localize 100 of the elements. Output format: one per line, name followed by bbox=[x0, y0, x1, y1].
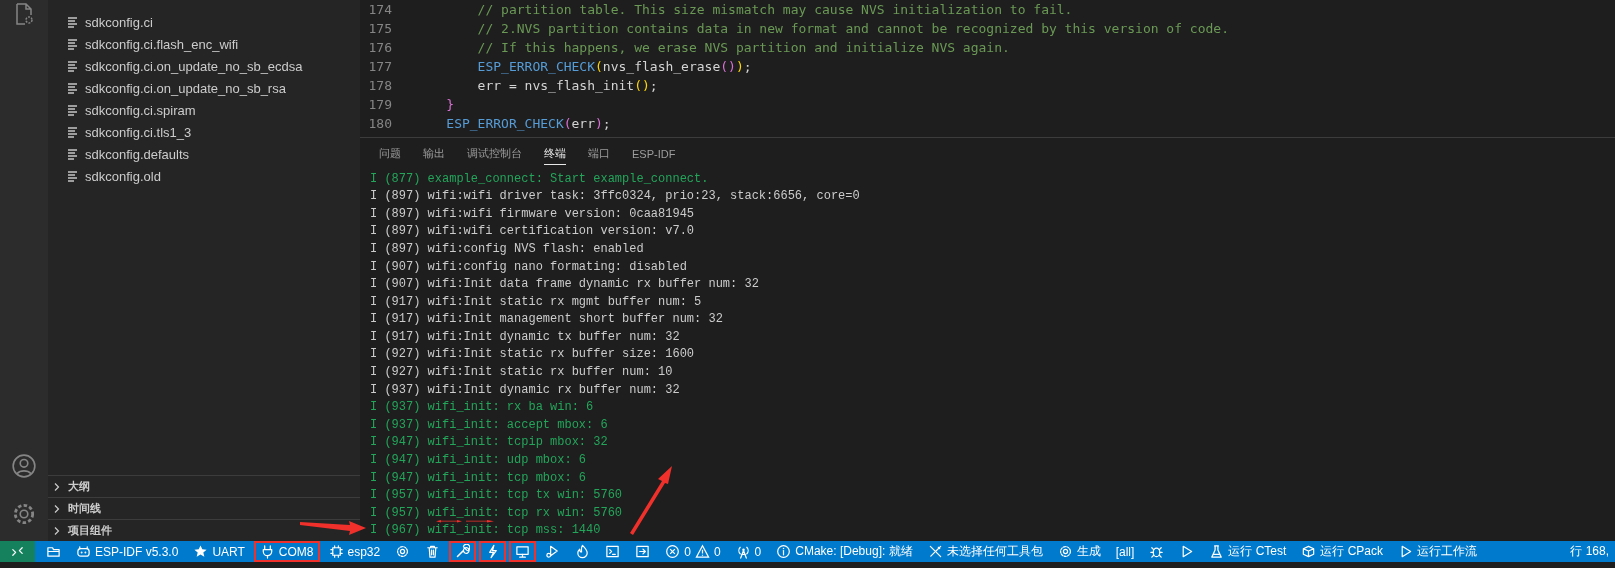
file-name: sdkconfig.ci.flash_enc_wifi bbox=[85, 36, 239, 52]
terminal-line: I (897) wifi:wifi driver task: 3ffc0324, prio:23, stack:6656, core=0 bbox=[370, 189, 860, 204]
trash-icon bbox=[425, 544, 441, 559]
remote-icon bbox=[10, 544, 25, 559]
chip-icon bbox=[328, 544, 344, 559]
lines-icon bbox=[67, 148, 79, 160]
cpack-button[interactable]: 运行 CPack bbox=[1295, 541, 1390, 562]
file-name: sdkconfig.ci.on_update_no_sb_rsa bbox=[85, 80, 286, 96]
code-line: // partition table. This size mismatch may cause NVS initialization to fail. bbox=[476, 2, 1073, 17]
terminal-line: I (897) wifi:wifi certification version: v7.0 bbox=[370, 224, 695, 239]
file-item[interactable]: sdkconfig.ci.tls1_3 bbox=[48, 121, 360, 143]
file-item[interactable]: sdkconfig.ci.on_update_no_sb_ecdsa bbox=[48, 55, 360, 77]
line-number: 178 bbox=[367, 78, 392, 93]
file-name: sdkconfig.ci.tls1_3 bbox=[85, 124, 192, 140]
wrench-icon bbox=[455, 544, 471, 559]
lines-icon bbox=[67, 60, 79, 72]
code-line: // If this happens, we erase NVS partition and initialize NVS again. bbox=[476, 40, 1010, 55]
terminal-line: I (947) wifi_init: tcpip mbox: 32 bbox=[370, 435, 608, 450]
terminal-line: I (937) wifi_init: rx ba win: 6 bbox=[370, 400, 594, 415]
status-remote[interactable] bbox=[0, 541, 35, 562]
idf-version-button[interactable]: ESP-IDF v5.3.0 bbox=[70, 541, 185, 562]
file-name: sdkconfig.ci bbox=[85, 14, 153, 30]
monitor-button[interactable] bbox=[509, 541, 537, 562]
section-header[interactable]: 大纲 bbox=[48, 475, 360, 497]
file-item[interactable]: sdkconfig.old bbox=[48, 165, 360, 187]
section-header[interactable]: 时间线 bbox=[48, 497, 360, 519]
terminal-line: I (907) wifi:config nano formating: disabled bbox=[370, 259, 687, 274]
ports-button[interactable]: 0 bbox=[729, 541, 768, 562]
workflow-button[interactable]: 运行工作流 bbox=[1392, 541, 1484, 562]
file-name: sdkconfig.old bbox=[85, 168, 161, 184]
section-title: 大纲 bbox=[68, 479, 90, 494]
terminal-line: I (947) wifi_init: udp mbox: 6 bbox=[370, 453, 587, 468]
lines-icon bbox=[67, 170, 79, 182]
file-item[interactable]: sdkconfig.defaults bbox=[48, 143, 360, 165]
line-number: 174 bbox=[367, 2, 392, 17]
warning-count: 0 bbox=[713, 544, 721, 559]
code-line: } bbox=[445, 97, 455, 112]
gear-icon bbox=[395, 544, 411, 559]
error-count: 0 bbox=[684, 544, 691, 559]
gear-icon bbox=[1057, 544, 1073, 559]
panel-tab[interactable]: 输出 bbox=[423, 142, 445, 166]
generate-button[interactable]: 生成 bbox=[1051, 541, 1107, 562]
code-line: ESP_ERROR_CHECK(nvs_flash_erase()); bbox=[476, 59, 752, 74]
monitor-icon bbox=[515, 544, 531, 559]
line-number: 180 bbox=[367, 116, 392, 131]
section-title: 时间线 bbox=[68, 501, 101, 516]
cursor-position-button[interactable]: 行 168, bbox=[1564, 541, 1615, 562]
line-number: 177 bbox=[367, 59, 392, 74]
bug-icon bbox=[1149, 544, 1165, 559]
terminal-line: I (927) wifi:Init static rx buffer size: 1600 bbox=[370, 347, 695, 362]
panel-tab[interactable]: 问题 bbox=[379, 142, 401, 166]
terminal-line: I (917) wifi:Init management short buffer num: 32 bbox=[370, 312, 723, 327]
file-item[interactable]: sdkconfig.ci bbox=[48, 11, 360, 33]
file-name: sdkconfig.ci.on_update_no_sb_ecdsa bbox=[85, 58, 303, 74]
build-button[interactable] bbox=[449, 541, 477, 562]
terminal-line: I (917) wifi:Init static rx mgmt buffer num: 5 bbox=[370, 294, 702, 309]
box-icon bbox=[1301, 544, 1317, 559]
section-title: 项目组件 bbox=[68, 523, 112, 538]
settings-icon[interactable] bbox=[11, 501, 37, 527]
file-item[interactable]: sdkconfig.ci.on_update_no_sb_rsa bbox=[48, 77, 360, 99]
arrow-box-icon bbox=[635, 544, 651, 559]
robot-icon bbox=[76, 544, 91, 559]
code-line: ESP_ERROR_CHECK(err); bbox=[445, 116, 611, 131]
file-item[interactable]: sdkconfig.ci.spiram bbox=[48, 99, 360, 121]
uart-button[interactable]: UART bbox=[187, 541, 251, 562]
terminal-line: I (967) wifi_init: tcp mss: 1440 bbox=[370, 523, 601, 538]
lines-icon bbox=[67, 82, 79, 94]
panel-tab[interactable]: 调试控制台 bbox=[467, 142, 522, 166]
lines-icon bbox=[67, 104, 79, 116]
terminal-line: I (897) wifi:config NVS flash: enabled bbox=[370, 241, 644, 256]
cmake-status-button[interactable]: CMake: [Debug]: 就绪 bbox=[770, 541, 919, 562]
file-name: sdkconfig.defaults bbox=[85, 146, 190, 162]
kit-button[interactable]: 未选择任何工具包 bbox=[921, 541, 1049, 562]
build-target-button[interactable]: [all] bbox=[1109, 541, 1141, 562]
terminal-line: I (937) wifi_init: accept mbox: 6 bbox=[370, 417, 608, 432]
error-icon bbox=[665, 544, 681, 559]
lines-icon bbox=[67, 38, 79, 50]
lines-icon bbox=[67, 16, 79, 28]
flash-button[interactable] bbox=[479, 541, 507, 562]
ctest-button[interactable]: 运行 CTest bbox=[1203, 541, 1293, 562]
status-item[interactable]: 0 0 bbox=[659, 541, 727, 562]
terminal-line: I (937) wifi:Init dynamic rx buffer num: 32 bbox=[370, 382, 680, 397]
port-button[interactable]: COM8 bbox=[253, 541, 320, 562]
account-icon[interactable] bbox=[11, 453, 37, 479]
panel-tab[interactable]: 终端 bbox=[544, 142, 566, 166]
arrow bbox=[300, 521, 366, 535]
antenna-icon bbox=[735, 544, 751, 559]
lines-icon bbox=[67, 126, 79, 138]
code-line: // 2.NVS partition contains data in new format and cannot be recognized by this version of code. bbox=[476, 21, 1229, 36]
file-item[interactable]: sdkconfig.ci.flash_enc_wifi bbox=[48, 33, 360, 55]
target-button[interactable]: esp32 bbox=[322, 541, 387, 562]
panel-tab[interactable]: 端口 bbox=[588, 142, 610, 166]
terminal-line: I (957) wifi_init: tcp tx win: 5760 bbox=[370, 488, 623, 503]
panel-tab[interactable]: ESP-IDF bbox=[632, 143, 676, 164]
folder-icon bbox=[46, 544, 61, 559]
flask-icon bbox=[1209, 544, 1225, 559]
flame-icon bbox=[575, 544, 591, 559]
line-number: 179 bbox=[367, 97, 392, 112]
terminal-line: I (927) wifi:Init static rx buffer num: 10 bbox=[370, 365, 673, 380]
terminal-line: I (917) wifi:Init dynamic tx buffer num: 32 bbox=[370, 329, 680, 344]
